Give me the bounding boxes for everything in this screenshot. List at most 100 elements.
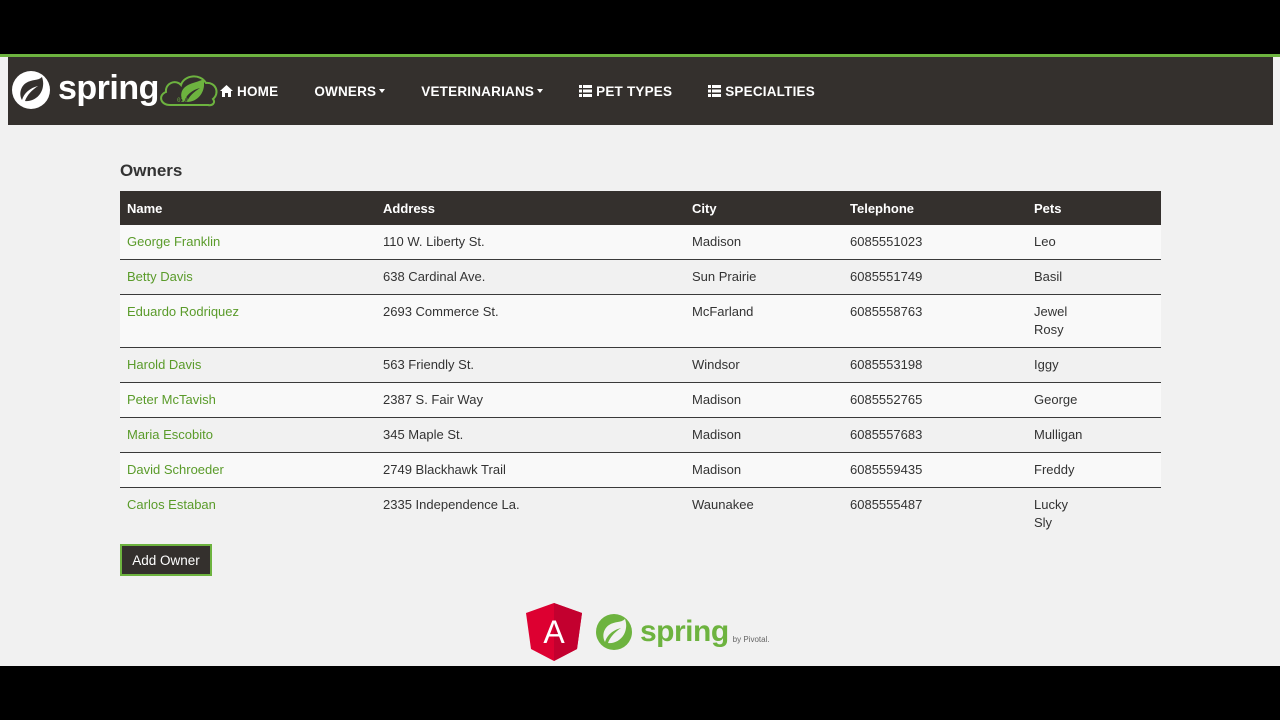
cell-pets: Iggy bbox=[1027, 347, 1161, 383]
cell-telephone: 6085553198 bbox=[843, 347, 1027, 383]
table-row: Harold Davis 563 Friendly St. Windsor 60855… bbox=[120, 347, 1161, 383]
nav-veterinarians-label: Veterinarians bbox=[421, 83, 535, 99]
navbar: spring 010 Home Owners Veterinarians bbox=[8, 57, 1273, 125]
cell-name: Maria Escobito bbox=[120, 417, 376, 453]
owner-name-link[interactable]: Harold Davis bbox=[127, 357, 201, 372]
owner-name-link[interactable]: Maria Escobito bbox=[127, 427, 213, 442]
cell-address: 2693 Commerce St. bbox=[376, 294, 685, 348]
table-row: Eduardo Rodriquez 2693 Commerce St. McFarl… bbox=[120, 294, 1161, 348]
cell-telephone: 6085551749 bbox=[843, 259, 1027, 295]
owner-name-link[interactable]: Peter McTavish bbox=[127, 392, 216, 407]
owner-name-link[interactable]: Eduardo Rodriquez bbox=[127, 304, 239, 319]
brand-logo-link[interactable]: spring 010 bbox=[8, 57, 220, 125]
pet-name: Iggy bbox=[1034, 357, 1059, 372]
pet-name: Freddy bbox=[1034, 462, 1075, 477]
cell-name: George Franklin bbox=[120, 225, 376, 260]
header-city: City bbox=[685, 191, 843, 225]
cell-city: Sun Prairie bbox=[685, 259, 843, 295]
footer-logos: A spring by Pivotal. bbox=[526, 602, 770, 662]
pet-name: George bbox=[1034, 392, 1078, 407]
cell-city: Windsor bbox=[685, 347, 843, 383]
owner-name-link[interactable]: George Franklin bbox=[127, 234, 220, 249]
nav-owners-dropdown[interactable]: Owners bbox=[314, 57, 386, 125]
table-row: Maria Escobito 345 Maple St. Madison 608555… bbox=[120, 417, 1161, 453]
pet-name: Leo bbox=[1034, 234, 1056, 249]
cell-telephone: 6085558763 bbox=[843, 294, 1027, 348]
list-icon bbox=[579, 85, 593, 97]
cell-address: 638 Cardinal Ave. bbox=[376, 259, 685, 295]
angular-letter: A bbox=[543, 614, 565, 650]
nav-specialties-label: Specialties bbox=[725, 83, 815, 99]
cell-address: 2335 Independence La. bbox=[376, 487, 685, 540]
cell-city: Waunakee bbox=[685, 487, 843, 540]
cell-city: Madison bbox=[685, 225, 843, 260]
cell-city: McFarland bbox=[685, 294, 843, 348]
brand-wordmark: spring bbox=[58, 69, 159, 107]
header-pets: Pets bbox=[1027, 191, 1161, 225]
cell-pets: Basil bbox=[1027, 259, 1161, 295]
nav-veterinarians-dropdown[interactable]: Veterinarians bbox=[421, 57, 544, 125]
add-owner-button[interactable]: Add Owner bbox=[120, 544, 212, 576]
table-row: Carlos Estaban 2335 Independence La. Wauna… bbox=[120, 487, 1161, 540]
spring-cloud-leaf-icon: 010 bbox=[160, 75, 218, 107]
page: spring 010 Home Owners Veterinarians bbox=[0, 54, 1280, 666]
cell-pets: George bbox=[1027, 382, 1161, 418]
header-telephone: Telephone bbox=[843, 191, 1027, 225]
nav-owners-label: Owners bbox=[314, 83, 377, 99]
nav-specialties[interactable]: Specialties bbox=[708, 57, 815, 125]
nav-pet-types-label: Pet Types bbox=[596, 83, 673, 99]
cell-telephone: 6085557683 bbox=[843, 417, 1027, 453]
header-name: Name bbox=[120, 191, 376, 225]
table-header-row: Name Address City Telephone Pets bbox=[120, 191, 1161, 225]
table-row: Betty Davis 638 Cardinal Ave. Sun Prairie 6… bbox=[120, 259, 1161, 295]
caret-down-icon bbox=[379, 89, 386, 93]
owners-table: Name Address City Telephone Pets George … bbox=[120, 191, 1161, 540]
pet-name: Jewel bbox=[1034, 304, 1068, 319]
pet-name: Mulligan bbox=[1034, 427, 1083, 442]
spring-logo-icon bbox=[12, 71, 50, 109]
page-title: Owners bbox=[120, 161, 183, 180]
spring-footer-leaf-icon bbox=[596, 614, 632, 650]
owner-name-link[interactable]: David Schroeder bbox=[127, 462, 224, 477]
cell-telephone: 6085552765 bbox=[843, 382, 1027, 418]
cell-pets: Leo bbox=[1027, 225, 1161, 260]
cell-address: 563 Friendly St. bbox=[376, 347, 685, 383]
spring-footer-wordmark: spring bbox=[640, 615, 729, 648]
cell-name: Eduardo Rodriquez bbox=[120, 294, 376, 348]
pet-name: Lucky bbox=[1034, 497, 1068, 512]
cell-name: Harold Davis bbox=[120, 347, 376, 383]
cell-address: 345 Maple St. bbox=[376, 417, 685, 453]
nav-home[interactable]: Home bbox=[220, 57, 278, 125]
cell-name: Betty Davis bbox=[120, 259, 376, 295]
home-icon bbox=[220, 85, 233, 97]
cell-pets: Mulligan bbox=[1027, 417, 1161, 453]
cell-telephone: 6085559435 bbox=[843, 452, 1027, 488]
pet-name: Sly bbox=[1034, 515, 1053, 530]
cell-pets: Freddy bbox=[1027, 452, 1161, 488]
table-row: George Franklin 110 W. Liberty St. Madison… bbox=[120, 225, 1161, 260]
cell-telephone: 6085555487 bbox=[843, 487, 1027, 540]
cell-address: 2387 S. Fair Way bbox=[376, 382, 685, 418]
caret-down-icon bbox=[537, 89, 544, 93]
table-row: Peter McTavish 2387 S. Fair Way Madison 608… bbox=[120, 382, 1161, 418]
cell-address: 2749 Blackhawk Trail bbox=[376, 452, 685, 488]
owner-name-link[interactable]: Carlos Estaban bbox=[127, 497, 216, 512]
cell-name: Peter McTavish bbox=[120, 382, 376, 418]
pet-name: Basil bbox=[1034, 269, 1063, 284]
owners-table-body: George Franklin 110 W. Liberty St. Madison… bbox=[120, 225, 1161, 540]
cell-telephone: 6085551023 bbox=[843, 225, 1027, 260]
cell-city: Madison bbox=[685, 382, 843, 418]
cell-pets: Lucky Sly bbox=[1027, 487, 1161, 540]
svg-text:010: 010 bbox=[177, 97, 188, 104]
cell-address: 110 W. Liberty St. bbox=[376, 225, 685, 260]
pet-name: Rosy bbox=[1034, 322, 1064, 337]
cell-name: Carlos Estaban bbox=[120, 487, 376, 540]
cell-name: David Schroeder bbox=[120, 452, 376, 488]
nav-pet-types[interactable]: Pet Types bbox=[579, 57, 672, 125]
angular-logo-icon: A bbox=[526, 603, 582, 661]
header-address: Address bbox=[376, 191, 685, 225]
nav-home-label: Home bbox=[237, 83, 279, 99]
cell-city: Madison bbox=[685, 417, 843, 453]
cell-pets: Jewel Rosy bbox=[1027, 294, 1161, 348]
owner-name-link[interactable]: Betty Davis bbox=[127, 269, 193, 284]
